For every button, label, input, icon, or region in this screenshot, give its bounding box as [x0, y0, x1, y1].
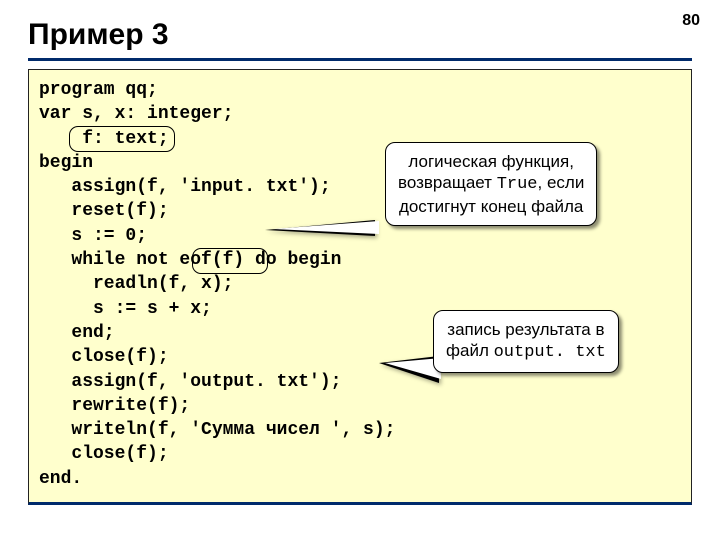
callout-text: файл output. txt: [446, 340, 606, 363]
code-block: program qq; var s, x: integer; f: text; …: [29, 70, 691, 499]
page-title: Пример 3: [28, 18, 692, 61]
code-panel: program qq; var s, x: integer; f: text; …: [28, 69, 692, 505]
slide: 80 Пример 3 program qq; var s, x: intege…: [0, 0, 720, 505]
callout-text: возвращает True, если: [398, 172, 584, 195]
callout-eof: логическая функция, возвращает True, есл…: [385, 142, 597, 226]
callout-text: запись результата в: [446, 319, 606, 340]
callout-text: достигнут конец файла: [398, 196, 584, 217]
callout-text: логическая функция,: [398, 151, 584, 172]
page-number: 80: [682, 12, 700, 30]
callout-output: запись результата в файл output. txt: [433, 310, 619, 373]
